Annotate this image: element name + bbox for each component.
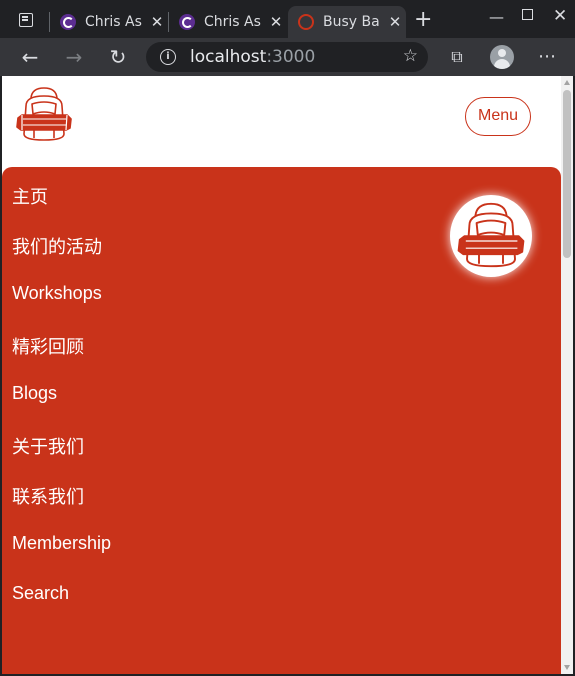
browser-tab-2[interactable]: Chris As ✕ [169, 6, 287, 38]
info-icon[interactable]: i [160, 49, 176, 65]
browser-tab-1[interactable]: Chris As ✕ [50, 6, 168, 38]
scrollbar-thumb[interactable] [563, 90, 571, 258]
nav-item-blogs[interactable]: Blogs [12, 383, 57, 404]
window-icon[interactable] [19, 13, 33, 27]
profile-avatar[interactable] [490, 45, 514, 69]
backpack-favicon-icon [298, 14, 314, 30]
gatsby-icon [179, 14, 195, 30]
back-icon[interactable]: ← [17, 44, 43, 70]
close-icon[interactable]: ✕ [387, 13, 403, 31]
tab-title: Chris As [204, 14, 261, 30]
reload-icon[interactable]: ↻ [105, 44, 131, 70]
forward-icon[interactable]: → [61, 44, 87, 70]
nav-item-about[interactable]: 关于我们 [12, 433, 84, 459]
gatsby-icon [60, 14, 76, 30]
new-tab-button[interactable]: + [414, 9, 432, 31]
tab-title: Chris As [85, 14, 142, 30]
nav-item-highlights[interactable]: 精彩回顾 [12, 333, 84, 359]
nav-item-activities[interactable]: 我们的活动 [12, 233, 102, 259]
scroll-down-arrow-icon[interactable] [564, 665, 570, 670]
nav-item-search[interactable]: Search [12, 583, 69, 604]
scrollbar[interactable] [561, 76, 573, 674]
nav-item-contact[interactable]: 联系我们 [12, 483, 84, 509]
browser-toolbar: ← → ↻ i localhost:3000 ☆ ⧉ ⋯ [0, 38, 575, 76]
nav-item-home[interactable]: 主页 [12, 183, 48, 209]
page-viewport: Menu 主页 我们的活动 Workshops 精彩回顾 Blogs 关于我们 … [2, 76, 573, 674]
nav-item-membership[interactable]: Membership [12, 533, 111, 554]
url-text[interactable]: localhost:3000 [190, 47, 315, 67]
scroll-up-arrow-icon[interactable] [564, 80, 570, 85]
close-window-icon[interactable]: ✕ [553, 6, 567, 26]
favorite-star-icon[interactable]: ☆ [403, 46, 418, 66]
browser-tab-strip: Chris As ✕ Chris As ✕ Busy Ba ✕ + — ✕ [0, 0, 575, 38]
tab-title: Busy Ba [323, 14, 380, 30]
close-icon[interactable]: ✕ [268, 13, 284, 31]
maximize-icon[interactable] [522, 9, 533, 20]
address-bar[interactable]: i localhost:3000 ☆ [146, 42, 428, 72]
browser-tab-active[interactable]: Busy Ba ✕ [288, 6, 406, 38]
url-port: :3000 [266, 47, 316, 67]
close-icon[interactable]: ✕ [149, 13, 165, 31]
minimize-icon[interactable]: — [489, 8, 504, 26]
collections-icon[interactable]: ⧉ [444, 44, 470, 70]
backpack-logo[interactable] [14, 84, 74, 144]
panel-backpack-logo[interactable] [450, 195, 532, 277]
url-host: localhost [190, 47, 267, 67]
nav-item-workshops[interactable]: Workshops [12, 283, 102, 304]
menu-button[interactable]: Menu [465, 97, 531, 136]
more-icon[interactable]: ⋯ [534, 44, 560, 70]
navigation-panel: 主页 我们的活动 Workshops 精彩回顾 Blogs 关于我们 联系我们 … [2, 167, 561, 674]
backpack-icon [457, 202, 525, 268]
